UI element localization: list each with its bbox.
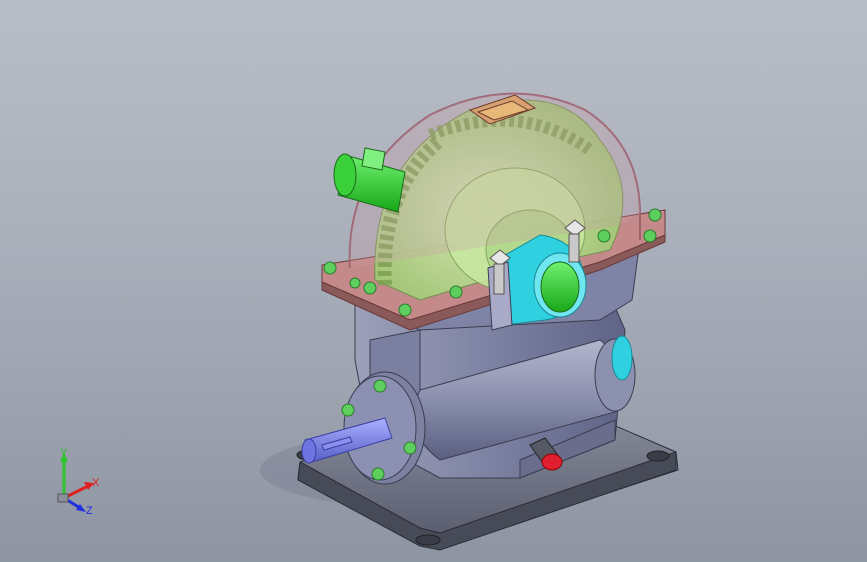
flange-bolt — [373, 379, 387, 393]
cover-bolt — [349, 277, 361, 289]
flange-bolt — [371, 467, 385, 481]
flange-bolt — [341, 403, 355, 417]
z-axis-label: Z — [86, 505, 93, 517]
base-mount-hole — [646, 450, 670, 462]
cover-bolt — [323, 261, 337, 275]
gearbox-3d-model[interactable] — [0, 0, 867, 562]
x-axis-label: X — [92, 477, 100, 489]
bearing-cap-right[interactable] — [611, 335, 633, 381]
output-bore — [540, 261, 580, 313]
graphics-viewport[interactable]: Y X Z — [0, 0, 867, 562]
input-shaft-key — [361, 147, 386, 171]
triad-origin — [57, 493, 69, 503]
flange-bolt — [403, 441, 417, 455]
cover-bolt — [643, 229, 657, 243]
orientation-triad[interactable]: Y X Z — [48, 446, 118, 520]
cover-bolt — [363, 281, 377, 295]
cover-bolt — [449, 285, 463, 299]
base-mount-hole — [415, 534, 441, 546]
y-axis-label: Y — [60, 447, 68, 459]
cover-bolt — [398, 303, 412, 317]
cover-bolt — [597, 229, 611, 243]
cover-bolt — [648, 208, 662, 222]
